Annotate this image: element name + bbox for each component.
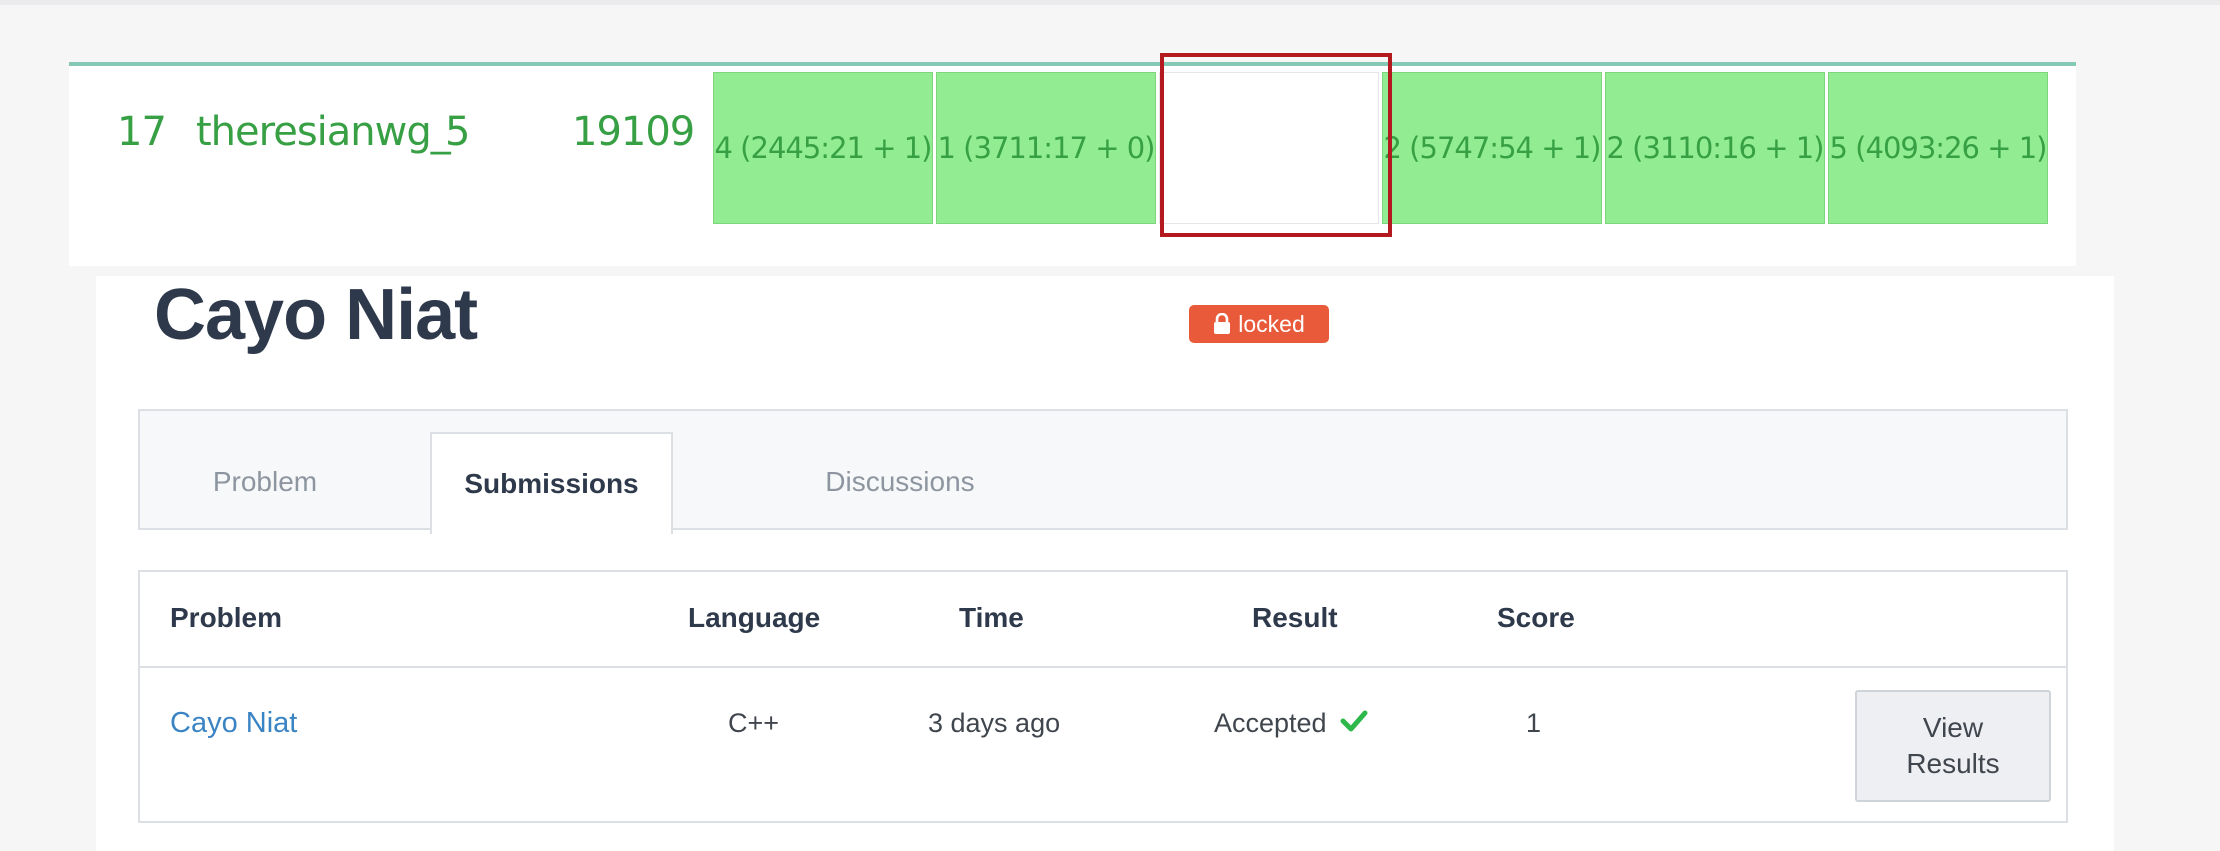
problem-cell-a: 4 (2445:21 + 1) — [713, 72, 933, 224]
header-result: Result — [1252, 602, 1338, 633]
problem-link[interactable]: Cayo Niat — [170, 707, 297, 740]
tab-submissions[interactable]: Submissions — [430, 432, 673, 534]
problem-cell-b: 1 (3711:17 + 0) — [936, 72, 1156, 224]
tab-problem[interactable]: Problem — [180, 432, 350, 532]
header-time: Time — [959, 602, 1024, 633]
score-value: 1 — [1526, 708, 1542, 738]
time-value: 3 days ago — [928, 708, 1061, 738]
problem-cell-e: 2 (3110:16 + 1) — [1605, 72, 1825, 224]
result-cell: Accepted — [1214, 708, 1368, 740]
username[interactable]: theresianwg_ — [196, 106, 451, 158]
solved-count: 5 — [445, 109, 470, 155]
locked-badge: locked — [1189, 305, 1329, 343]
penalty-total: 19109 — [572, 109, 695, 155]
tab-bar: Problem Submissions Discussions — [138, 409, 2068, 534]
page-title: Cayo Niat — [154, 275, 478, 355]
top-divider — [0, 0, 2220, 5]
view-results-button[interactable]: View Results — [1855, 690, 2051, 802]
checkmark-icon — [1340, 709, 1368, 740]
language-value: C++ — [728, 708, 780, 738]
problem-cell-d: 2 (5747:54 + 1) — [1382, 72, 1602, 224]
header-problem: Problem — [170, 602, 283, 633]
badge-label: locked — [1238, 310, 1305, 337]
lock-icon — [1213, 313, 1231, 335]
header-score: Score — [1497, 602, 1575, 633]
result-value: Accepted — [1214, 708, 1327, 738]
problem-cell-f: 5 (4093:26 + 1) — [1828, 72, 2048, 224]
header-language: Language — [688, 602, 821, 633]
rank: 17 — [117, 109, 167, 155]
submissions-table: Problem Language Time Result Score Cayo … — [138, 570, 2068, 823]
leaderboard-row: 17 theresianwg_ 5 19109 4 (2445:21 + 1) … — [69, 62, 2076, 266]
tab-discussions[interactable]: Discussions — [780, 432, 1020, 532]
table-header: Problem Language Time Result Score — [140, 572, 2066, 668]
highlight-box — [1160, 53, 1392, 237]
